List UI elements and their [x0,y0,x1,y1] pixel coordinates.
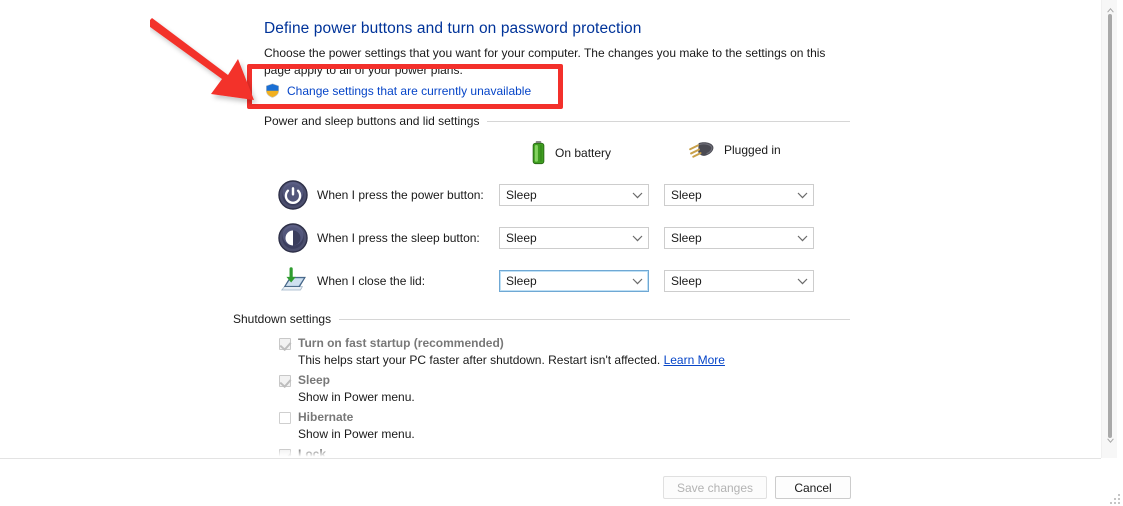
group-label-shutdown-settings-text: Shutdown settings [233,312,332,326]
shield-icon [265,83,280,98]
setting-label-close-lid: When I close the lid: [317,274,426,288]
checkbox-hibernate[interactable] [279,412,291,424]
setting-row-sleep-button: When I press the sleep button: Sleep Sle… [278,221,814,255]
dialog-footer: Save changes Cancel [0,458,1101,506]
divider-line [339,318,850,320]
column-header-on-battery: On battery [531,141,611,165]
change-settings-link[interactable]: Change settings that are currently unava… [287,84,531,98]
chevron-down-icon [626,185,648,205]
checkbox-description-fast-startup: This helps start your PC faster after sh… [298,353,725,367]
chevron-down-icon [626,228,648,248]
column-headers: On battery Plugged in [498,138,898,168]
setting-label-power-button: When I press the power button: [317,188,484,202]
column-header-plugged-in-label: Plugged in [724,143,781,157]
checkbox-lock[interactable] [279,449,291,458]
power-options-window: Define power buttons and turn on passwor… [0,0,1123,506]
dropdown-close-lid-on-battery-value: Sleep [506,274,537,288]
page-title: Define power buttons and turn on passwor… [264,20,642,37]
vertical-scrollbar[interactable] [1101,0,1117,458]
dropdown-power-button-on-battery[interactable]: Sleep [499,184,649,206]
checkbox-item-fast-startup[interactable]: Turn on fast startup (recommended) This … [279,336,725,367]
dropdown-power-button-on-battery-value: Sleep [506,188,537,202]
group-label-power-buttons-text: Power and sleep buttons and lid settings [264,114,480,128]
scrollbar-down-arrow[interactable] [1102,432,1118,448]
window-resize-grip[interactable] [1108,492,1120,504]
checkbox-fast-startup[interactable] [279,338,291,350]
dropdown-close-lid-on-battery[interactable]: Sleep [499,270,649,292]
scrollbar-thumb[interactable] [1108,14,1112,438]
column-header-plugged-in: Plugged in [688,140,781,160]
column-header-on-battery-label: On battery [555,146,612,160]
group-label-power-buttons: Power and sleep buttons and lid settings [264,114,850,128]
divider-line [487,120,850,122]
sleep-button-icon [278,223,308,253]
dropdown-close-lid-plugged-in-value: Sleep [671,274,702,288]
checkbox-description-hibernate: Show in Power menu. [298,427,415,441]
checkbox-label-hibernate: Hibernate [298,410,354,424]
checkbox-line[interactable]: Lock [279,447,326,458]
checkbox-sleep[interactable] [279,375,291,387]
dropdown-power-button-plugged-in-value: Sleep [671,188,702,202]
battery-icon [531,141,546,165]
dropdown-close-lid-plugged-in[interactable]: Sleep [664,270,814,292]
checkbox-line[interactable]: Sleep [279,373,415,387]
chevron-down-icon [791,228,813,248]
settings-scroll-viewport: Define power buttons and turn on passwor… [0,0,1101,458]
setting-label-sleep-button: When I press the sleep button: [317,231,480,245]
dropdown-power-button-plugged-in[interactable]: Sleep [664,184,814,206]
uac-change-settings-row[interactable]: Change settings that are currently unava… [265,83,531,98]
dropdown-sleep-button-on-battery-value: Sleep [506,231,537,245]
group-label-shutdown-settings: Shutdown settings [233,312,850,326]
laptop-lid-icon [278,266,308,296]
cancel-button[interactable]: Cancel [775,476,851,499]
chevron-down-icon [791,271,813,291]
checkbox-description-text: This helps start your PC faster after sh… [298,353,661,367]
checkbox-description-sleep: Show in Power menu. [298,390,415,404]
checkbox-item-hibernate[interactable]: Hibernate Show in Power menu. [279,410,415,441]
page-description: Choose the power settings that you want … [264,46,826,77]
checkbox-label-lock: Lock [298,447,327,458]
setting-row-close-lid: When I close the lid: Sleep Sleep [278,264,814,298]
setting-row-power-button: When I press the power button: Sleep Sle… [278,178,814,212]
checkbox-label-fast-startup: Turn on fast startup (recommended) [298,336,504,350]
learn-more-link[interactable]: Learn More [664,353,725,367]
checkbox-line[interactable]: Hibernate [279,410,415,424]
dropdown-sleep-button-on-battery[interactable]: Sleep [499,227,649,249]
chevron-down-icon [626,271,648,291]
checkbox-item-sleep[interactable]: Sleep Show in Power menu. [279,373,415,404]
dropdown-sleep-button-plugged-in[interactable]: Sleep [664,227,814,249]
dropdown-sleep-button-plugged-in-value: Sleep [671,231,702,245]
checkbox-label-sleep: Sleep [298,373,331,387]
save-changes-button[interactable]: Save changes [663,476,767,499]
power-plug-icon [688,140,715,160]
checkbox-line[interactable]: Turn on fast startup (recommended) [279,336,725,350]
power-button-icon [278,180,308,210]
content-clip-fade [0,449,1101,458]
chevron-down-icon [791,185,813,205]
checkbox-item-lock[interactable]: Lock [279,447,326,458]
